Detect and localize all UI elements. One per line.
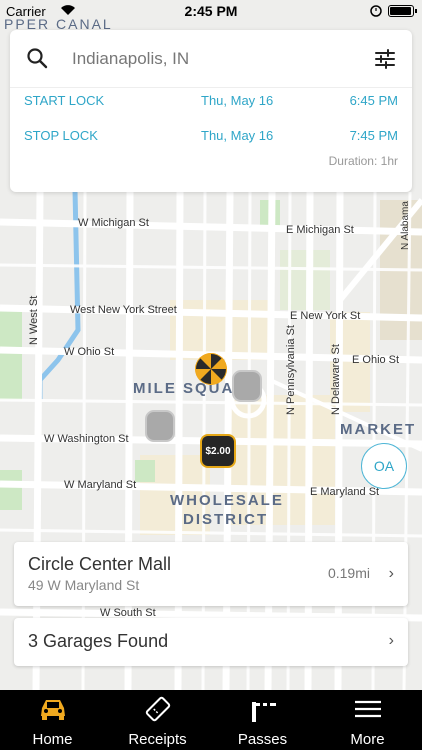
- start-lock-date[interactable]: Thu, May 16: [201, 93, 273, 108]
- tab-more[interactable]: More: [315, 690, 420, 750]
- tab-receipts[interactable]: Receipts: [105, 690, 210, 750]
- street-label: W Maryland St: [64, 479, 137, 491]
- street-label: W Washington St: [44, 433, 129, 445]
- tab-home[interactable]: Home: [0, 690, 105, 750]
- start-lock-row[interactable]: START LOCK Thu, May 16 6:45 PM: [24, 93, 398, 113]
- search-input[interactable]: Indianapolis, IN: [72, 49, 189, 69]
- garages-found-label: 3 Garages Found: [28, 631, 169, 651]
- street-label: W Michigan St: [78, 217, 149, 229]
- tab-label: More: [350, 731, 385, 748]
- district-label: MARKET: [340, 421, 417, 438]
- street-label: N Alabama: [400, 201, 411, 250]
- start-lock-label: START LOCK: [24, 93, 105, 108]
- battery-icon: [388, 5, 417, 17]
- oa-button[interactable]: OA: [361, 443, 407, 489]
- place-address: 49 W Maryland St: [28, 577, 140, 593]
- stop-lock-date[interactable]: Thu, May 16: [201, 128, 273, 143]
- street-label: W Ohio St: [64, 346, 115, 358]
- street-label: E Maryland St: [310, 486, 380, 498]
- gate-icon: [252, 702, 276, 722]
- street-label: West New York Street: [70, 304, 177, 316]
- stop-lock-time[interactable]: 7:45 PM: [350, 128, 398, 143]
- district-label: DISTRICT: [183, 511, 269, 528]
- street-label: N Delaware St: [330, 344, 342, 415]
- street-label: N West St: [28, 295, 40, 345]
- duration-label: Duration: 1hr: [328, 154, 398, 168]
- menu-icon: [355, 700, 381, 718]
- chevron-right-icon: ›: [388, 565, 394, 582]
- street-label: E New York St: [290, 310, 361, 322]
- filter-icon[interactable]: [374, 48, 396, 70]
- chevron-right-icon: ›: [388, 632, 394, 649]
- tab-label: Receipts: [128, 731, 187, 748]
- search-icon[interactable]: [26, 47, 48, 69]
- garage-logo-marker[interactable]: [195, 353, 227, 385]
- street-label: N Pennsylvania St: [285, 325, 297, 415]
- car-icon: [41, 700, 65, 720]
- place-card[interactable]: Circle Center Mall 49 W Maryland St 0.19…: [14, 542, 408, 606]
- alarm-icon: [370, 4, 382, 20]
- place-distance: 0.19mi: [327, 565, 370, 581]
- garage-marker[interactable]: [145, 410, 175, 442]
- garage-marker[interactable]: [232, 370, 262, 402]
- tab-passes[interactable]: Passes: [210, 690, 315, 750]
- clock: 2:45 PM: [184, 3, 238, 19]
- status-bar: Carrier 2:45 PM: [0, 0, 422, 22]
- district-label: WHOLESALE: [170, 492, 284, 509]
- place-name: Circle Center Mall: [28, 554, 172, 574]
- search-bar[interactable]: Indianapolis, IN: [10, 30, 412, 88]
- tab-bar: Home Receipts Passes More: [0, 690, 422, 750]
- stop-lock-label: STOP LOCK: [24, 128, 98, 143]
- start-lock-time[interactable]: 6:45 PM: [350, 93, 398, 108]
- garages-found-card[interactable]: 3 Garages Found ›: [14, 618, 408, 666]
- pinwheel-icon: [195, 353, 227, 385]
- street-label: E Michigan St: [286, 224, 354, 236]
- stop-lock-row[interactable]: STOP LOCK Thu, May 16 7:45 PM: [24, 128, 398, 148]
- search-card: Indianapolis, IN START LOCK Thu, May 16 …: [10, 30, 412, 192]
- tab-label: Passes: [237, 731, 288, 748]
- ticket-icon: [145, 696, 171, 722]
- street-label: E Ohio St: [352, 354, 400, 366]
- tab-label: Home: [32, 731, 73, 748]
- price-marker[interactable]: $2.00: [200, 434, 236, 468]
